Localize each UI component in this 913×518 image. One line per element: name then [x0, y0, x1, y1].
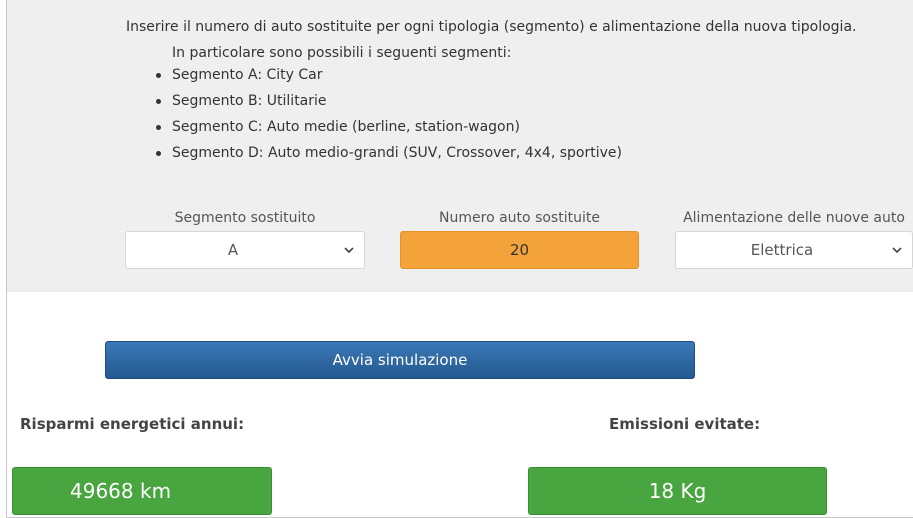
bullet-icon — [156, 125, 161, 130]
list-item: Segmento B: Utilitarie — [156, 88, 622, 114]
chevron-down-icon — [344, 247, 354, 254]
segment-a-text: Segmento A: City Car — [172, 67, 323, 83]
segments-intro: In particolare sono possibili i seguenti… — [172, 45, 512, 61]
savings-value: 49668 km — [12, 467, 272, 515]
fuel-label: Alimentazione delle nuove auto — [683, 210, 905, 226]
emissions-label: Emissioni evitate: — [609, 415, 761, 433]
emissions-value: 18 Kg — [528, 467, 827, 515]
segment-d-text: Segmento D: Auto medio-grandi (SUV, Cros… — [172, 145, 622, 161]
instructions-text: Inserire il numero di auto sostituite pe… — [126, 19, 857, 35]
list-item: Segmento D: Auto medio-grandi (SUV, Cros… — [156, 140, 622, 166]
list-item: Segmento C: Auto medie (berline, station… — [156, 114, 622, 140]
run-simulation-button[interactable]: Avvia simulazione — [105, 341, 695, 379]
count-label: Numero auto sostituite — [439, 210, 600, 226]
count-input[interactable]: 20 — [400, 231, 639, 269]
bullet-icon — [156, 73, 161, 78]
segment-select[interactable]: A — [125, 231, 365, 269]
segment-select-value: A — [227, 241, 239, 259]
bullet-icon — [156, 151, 161, 156]
chevron-down-icon — [892, 247, 902, 254]
list-item: Segmento A: City Car — [156, 62, 622, 88]
bullet-icon — [156, 99, 161, 104]
segment-list: Segmento A: City Car Segmento B: Utilita… — [156, 62, 622, 166]
fuel-select-value: Elettrica — [750, 241, 814, 259]
savings-label: Risparmi energetici annui: — [20, 415, 245, 433]
segment-label: Segmento sostituito — [174, 210, 316, 226]
fuel-select[interactable]: Elettrica — [675, 231, 913, 269]
segment-c-text: Segmento C: Auto medie (berline, station… — [172, 119, 520, 135]
segment-b-text: Segmento B: Utilitarie — [172, 93, 327, 109]
